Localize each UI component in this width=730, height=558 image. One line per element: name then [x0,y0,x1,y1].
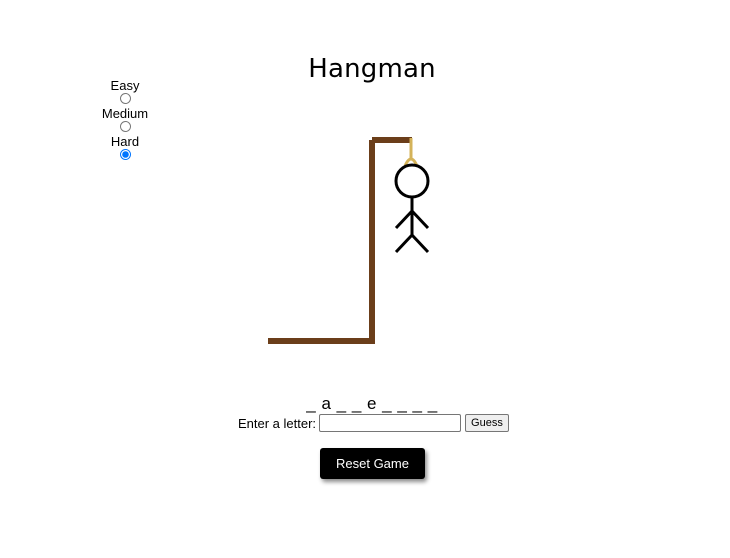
figure-head [394,163,430,199]
guess-label: Enter a letter: [238,415,317,431]
difficulty-label-easy: Easy [110,78,140,93]
hangman-drawing [268,137,430,344]
reset-game-button[interactable]: Reset Game [320,448,425,479]
word-display: _ a _ _ e _ _ _ _ [306,394,438,413]
difficulty-option-easy: Easy [95,78,155,106]
difficulty-radio-hard[interactable] [119,149,131,160]
difficulty-radio-easy[interactable] [119,93,131,104]
difficulty-radio-medium[interactable] [119,121,131,132]
figure-right-leg [410,233,430,254]
difficulty-label-hard: Hard [110,134,140,149]
figure-right-arm [410,209,430,230]
letter-input[interactable] [319,414,462,432]
difficulty-option-hard: Hard [95,134,155,162]
difficulty-label-medium: Medium [101,106,149,121]
difficulty-option-medium: Medium [95,106,155,134]
figure-left-leg [394,233,414,254]
guess-form: Enter a letter: Guess [238,414,509,432]
difficulty-selector: Easy Medium Hard [95,78,155,162]
figure-left-arm [394,209,414,230]
guess-button[interactable]: Guess [465,414,509,432]
hangman-page: Hangman Easy Medium Hard _ a _ _ e _ _ _… [0,0,730,558]
